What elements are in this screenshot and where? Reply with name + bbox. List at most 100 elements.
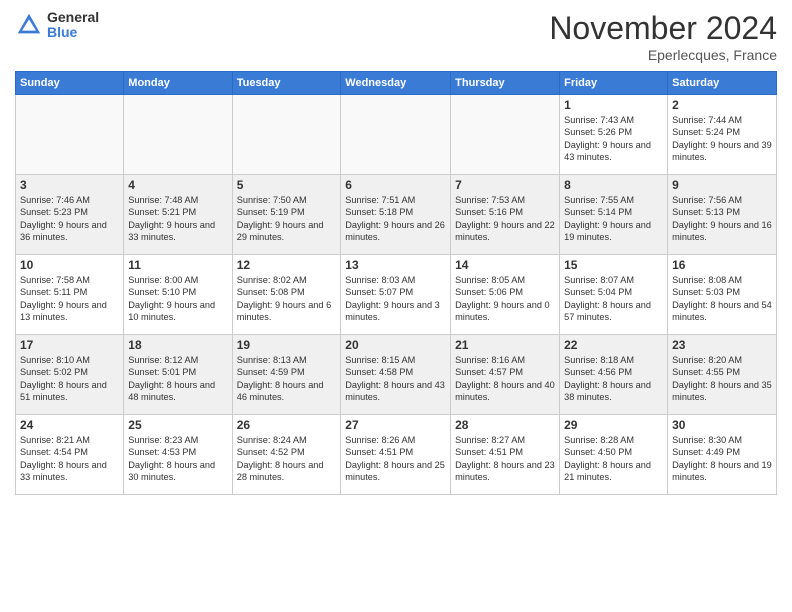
month-title: November 2024 xyxy=(549,10,777,47)
table-row: 9Sunrise: 7:56 AM Sunset: 5:13 PM Daylig… xyxy=(668,175,777,255)
day-info: Sunrise: 8:10 AM Sunset: 5:02 PM Dayligh… xyxy=(20,354,119,404)
col-sunday: Sunday xyxy=(16,72,124,95)
day-info: Sunrise: 8:20 AM Sunset: 4:55 PM Dayligh… xyxy=(672,354,772,404)
day-number: 5 xyxy=(237,178,337,192)
table-row: 19 Sunrise: 8:13 AM Sunset: 4:59 PM Dayli… xyxy=(232,335,341,415)
calendar-table: Sunday Monday Tuesday Wednesday Thursday… xyxy=(15,71,777,495)
table-row: 26 Sunrise: 8:24 AM Sunset: 4:52 PM Dayli… xyxy=(232,415,341,495)
day-number: 19 xyxy=(237,338,337,352)
table-row xyxy=(124,95,232,175)
table-row: 20Sunrise: 8:15 AM Sunset: 4:58 PM Dayli… xyxy=(341,335,451,415)
location: Eperlecques, France xyxy=(549,47,777,63)
logo-icon xyxy=(15,11,43,39)
col-wednesday: Wednesday xyxy=(341,72,451,95)
day-number: 26 xyxy=(237,418,337,432)
day-number: 17 xyxy=(20,338,119,352)
day-info: Sunrise: 8:03 AM Sunset: 5:07 PM Dayligh… xyxy=(345,274,446,324)
day-info: Sunrise: 7:48 AM Sunset: 5:21 PM Dayligh… xyxy=(128,194,227,244)
table-row: 24 Sunrise: 8:21 AM Sunset: 4:54 PM Dayli… xyxy=(16,415,124,495)
calendar-week-row: 3 Sunrise: 7:46 AM Sunset: 5:23 PM Daylig… xyxy=(16,175,777,255)
day-info: Sunrise: 8:05 AM Sunset: 5:06 PM Dayligh… xyxy=(455,274,555,324)
day-number: 7 xyxy=(455,178,555,192)
day-info: Sunrise: 8:13 AM Sunset: 4:59 PM Dayligh… xyxy=(237,354,337,404)
calendar-header-row: Sunday Monday Tuesday Wednesday Thursday… xyxy=(16,72,777,95)
calendar-week-row: 1Sunrise: 7:43 AM Sunset: 5:26 PM Daylig… xyxy=(16,95,777,175)
day-info: Sunrise: 8:23 AM Sunset: 4:53 PM Dayligh… xyxy=(128,434,227,484)
day-number: 24 xyxy=(20,418,119,432)
table-row: 16Sunrise: 8:08 AM Sunset: 5:03 PM Dayli… xyxy=(668,255,777,335)
day-number: 27 xyxy=(345,418,446,432)
header: General Blue November 2024 Eperlecques, … xyxy=(15,10,777,63)
day-number: 30 xyxy=(672,418,772,432)
table-row xyxy=(451,95,560,175)
day-info: Sunrise: 7:46 AM Sunset: 5:23 PM Dayligh… xyxy=(20,194,119,244)
table-row xyxy=(341,95,451,175)
logo-text: General Blue xyxy=(47,10,99,41)
day-info: Sunrise: 8:18 AM Sunset: 4:56 PM Dayligh… xyxy=(564,354,663,404)
day-info: Sunrise: 7:58 AM Sunset: 5:11 PM Dayligh… xyxy=(20,274,119,324)
day-number: 14 xyxy=(455,258,555,272)
day-info: Sunrise: 7:53 AM Sunset: 5:16 PM Dayligh… xyxy=(455,194,555,244)
day-number: 8 xyxy=(564,178,663,192)
day-number: 21 xyxy=(455,338,555,352)
day-info: Sunrise: 8:02 AM Sunset: 5:08 PM Dayligh… xyxy=(237,274,337,324)
day-number: 20 xyxy=(345,338,446,352)
logo-blue-text: Blue xyxy=(47,25,99,40)
day-info: Sunrise: 8:24 AM Sunset: 4:52 PM Dayligh… xyxy=(237,434,337,484)
day-number: 12 xyxy=(237,258,337,272)
col-friday: Friday xyxy=(560,72,668,95)
table-row: 8Sunrise: 7:55 AM Sunset: 5:14 PM Daylig… xyxy=(560,175,668,255)
table-row: 3 Sunrise: 7:46 AM Sunset: 5:23 PM Daylig… xyxy=(16,175,124,255)
table-row xyxy=(232,95,341,175)
day-number: 15 xyxy=(564,258,663,272)
day-info: Sunrise: 8:26 AM Sunset: 4:51 PM Dayligh… xyxy=(345,434,446,484)
table-row: 12 Sunrise: 8:02 AM Sunset: 5:08 PM Dayli… xyxy=(232,255,341,335)
table-row: 25 Sunrise: 8:23 AM Sunset: 4:53 PM Dayli… xyxy=(124,415,232,495)
day-info: Sunrise: 8:21 AM Sunset: 4:54 PM Dayligh… xyxy=(20,434,119,484)
day-number: 4 xyxy=(128,178,227,192)
table-row: 28Sunrise: 8:27 AM Sunset: 4:51 PM Dayli… xyxy=(451,415,560,495)
day-info: Sunrise: 8:12 AM Sunset: 5:01 PM Dayligh… xyxy=(128,354,227,404)
day-number: 22 xyxy=(564,338,663,352)
page-container: General Blue November 2024 Eperlecques, … xyxy=(0,0,792,500)
col-monday: Monday xyxy=(124,72,232,95)
calendar-body: 1Sunrise: 7:43 AM Sunset: 5:26 PM Daylig… xyxy=(16,95,777,495)
table-row: 13 Sunrise: 8:03 AM Sunset: 5:07 PM Dayli… xyxy=(341,255,451,335)
table-row: 29Sunrise: 8:28 AM Sunset: 4:50 PM Dayli… xyxy=(560,415,668,495)
day-info: Sunrise: 8:08 AM Sunset: 5:03 PM Dayligh… xyxy=(672,274,772,324)
table-row: 7 Sunrise: 7:53 AM Sunset: 5:16 PM Daylig… xyxy=(451,175,560,255)
table-row: 4 Sunrise: 7:48 AM Sunset: 5:21 PM Daylig… xyxy=(124,175,232,255)
table-row: 2Sunrise: 7:44 AM Sunset: 5:24 PM Daylig… xyxy=(668,95,777,175)
day-number: 29 xyxy=(564,418,663,432)
table-row: 1Sunrise: 7:43 AM Sunset: 5:26 PM Daylig… xyxy=(560,95,668,175)
table-row: 21Sunrise: 8:16 AM Sunset: 4:57 PM Dayli… xyxy=(451,335,560,415)
logo-general-text: General xyxy=(47,10,99,25)
day-info: Sunrise: 7:51 AM Sunset: 5:18 PM Dayligh… xyxy=(345,194,446,244)
table-row: 15 Sunrise: 8:07 AM Sunset: 5:04 PM Dayli… xyxy=(560,255,668,335)
day-number: 13 xyxy=(345,258,446,272)
day-info: Sunrise: 8:27 AM Sunset: 4:51 PM Dayligh… xyxy=(455,434,555,484)
day-info: Sunrise: 7:44 AM Sunset: 5:24 PM Dayligh… xyxy=(672,114,772,164)
day-number: 25 xyxy=(128,418,227,432)
day-number: 18 xyxy=(128,338,227,352)
day-info: Sunrise: 8:30 AM Sunset: 4:49 PM Dayligh… xyxy=(672,434,772,484)
table-row: 11Sunrise: 8:00 AM Sunset: 5:10 PM Dayli… xyxy=(124,255,232,335)
table-row: 14 Sunrise: 8:05 AM Sunset: 5:06 PM Dayli… xyxy=(451,255,560,335)
table-row: 18 Sunrise: 8:12 AM Sunset: 5:01 PM Dayli… xyxy=(124,335,232,415)
day-number: 3 xyxy=(20,178,119,192)
table-row: 10Sunrise: 7:58 AM Sunset: 5:11 PM Dayli… xyxy=(16,255,124,335)
calendar-week-row: 10Sunrise: 7:58 AM Sunset: 5:11 PM Dayli… xyxy=(16,255,777,335)
day-number: 11 xyxy=(128,258,227,272)
day-number: 9 xyxy=(672,178,772,192)
calendar-week-row: 24 Sunrise: 8:21 AM Sunset: 4:54 PM Dayli… xyxy=(16,415,777,495)
day-number: 1 xyxy=(564,98,663,112)
day-info: Sunrise: 8:07 AM Sunset: 5:04 PM Dayligh… xyxy=(564,274,663,324)
table-row xyxy=(16,95,124,175)
logo: General Blue xyxy=(15,10,99,41)
table-row: 6 Sunrise: 7:51 AM Sunset: 5:18 PM Daylig… xyxy=(341,175,451,255)
col-thursday: Thursday xyxy=(451,72,560,95)
day-number: 6 xyxy=(345,178,446,192)
col-saturday: Saturday xyxy=(668,72,777,95)
table-row: 22 Sunrise: 8:18 AM Sunset: 4:56 PM Dayli… xyxy=(560,335,668,415)
table-row: 5Sunrise: 7:50 AM Sunset: 5:19 PM Daylig… xyxy=(232,175,341,255)
